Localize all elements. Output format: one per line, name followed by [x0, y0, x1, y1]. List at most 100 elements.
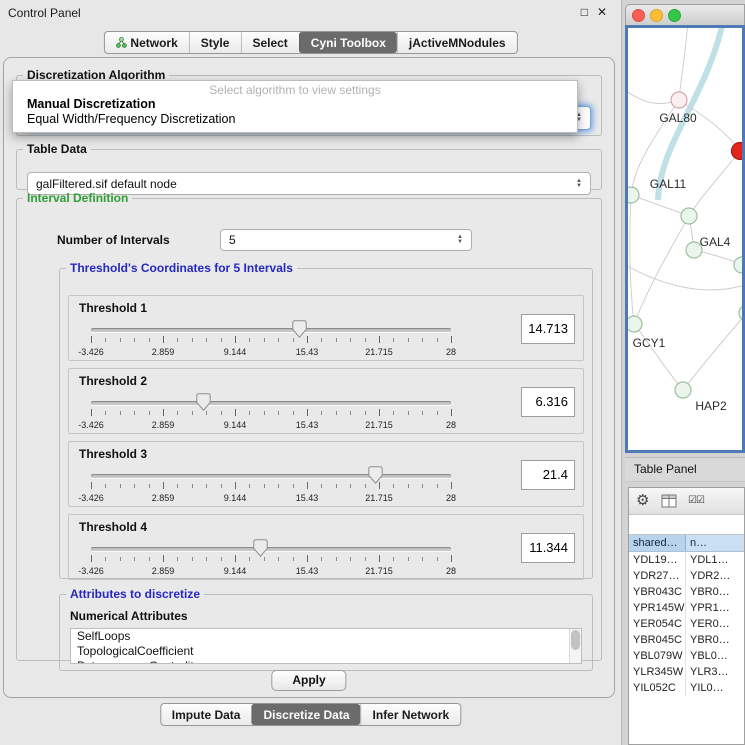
slider-track[interactable]	[91, 474, 451, 478]
table-cell: YLR3…	[686, 664, 744, 680]
threshold-panel: Threshold 3-3.4262.8599.14415.4321.71528…	[68, 441, 584, 507]
table-row[interactable]: YLR345WYLR3…	[629, 664, 744, 680]
attribute-list-item[interactable]: SelfLoops	[71, 629, 581, 644]
network-node[interactable]	[734, 257, 742, 273]
close-traffic-light-icon[interactable]	[632, 9, 645, 22]
threshold-slider[interactable]: -3.4262.8599.14415.4321.71528	[91, 465, 451, 507]
tab-discretize-data[interactable]: Discretize Data	[251, 704, 360, 725]
table-column-header[interactable]: n…	[686, 535, 744, 551]
panel-title: Control Panel	[8, 6, 81, 20]
minimize-traffic-light-icon[interactable]	[650, 9, 663, 22]
threshold-value-field[interactable]: 6.316	[521, 387, 575, 417]
slider-ticks	[91, 336, 451, 345]
tab-cyni-toolbox[interactable]: Cyni Toolbox	[299, 32, 397, 53]
slider-tick-label: 9.144	[224, 347, 247, 357]
slider-tick-label: 15.43	[296, 420, 319, 430]
algorithm-option-equal-width-frequency-discretization[interactable]: Equal Width/Frequency Discretization	[13, 112, 577, 127]
table-cell: YBL0…	[686, 648, 744, 664]
threshold-value-field[interactable]: 14.713	[521, 314, 575, 344]
algorithm-option-manual-discretization[interactable]: Manual Discretization	[13, 97, 577, 112]
network-node[interactable]	[732, 143, 743, 160]
threshold-label: Threshold 4	[79, 520, 147, 534]
apply-button[interactable]: Apply	[271, 670, 346, 691]
network-node-label: GAL80	[659, 111, 697, 125]
attribute-list-item[interactable]: TopologicalCoefficient	[71, 644, 581, 659]
slider-tick-label: 9.144	[224, 566, 247, 576]
table-row[interactable]: YDR27…YDR2…	[629, 568, 744, 584]
network-node-label: GAL4	[700, 235, 731, 249]
slider-ticks	[91, 555, 451, 564]
slider-track[interactable]	[91, 401, 451, 405]
network-node[interactable]	[681, 208, 697, 224]
table-row[interactable]: YDL19…YDL1…	[629, 552, 744, 568]
table-row[interactable]: YBR043CYBR0…	[629, 584, 744, 600]
number-of-intervals-select[interactable]: 5 ▲▼	[220, 229, 472, 251]
table-row[interactable]: YBR045CYBR0…	[629, 632, 744, 648]
tab-jactivemnodules[interactable]: jActiveMNodules	[397, 32, 517, 53]
slider-tick-label: 21.715	[365, 493, 393, 503]
slider-thumb[interactable]	[292, 320, 307, 338]
slider-track[interactable]	[91, 547, 451, 551]
slider-tick-label: 9.144	[224, 420, 247, 430]
slider-tick-label: 15.43	[296, 493, 319, 503]
zoom-traffic-light-icon[interactable]	[668, 9, 681, 22]
threshold-panel: Threshold 4 -3.4262.8599.14415.4321.71528…	[68, 514, 584, 580]
network-node-label: HAP2	[695, 399, 727, 413]
table-toolbar: ⚙ ☑☑	[629, 488, 744, 515]
number-of-intervals-value: 5	[229, 233, 236, 247]
tab-style[interactable]: Style	[189, 32, 241, 53]
tab-label: Network	[130, 36, 177, 50]
tab-impute-data[interactable]: Impute Data	[161, 704, 252, 725]
threshold-value-field[interactable]: 11.344	[521, 533, 575, 563]
table-row[interactable]: YIL052CYIL0…	[629, 680, 744, 696]
network-graph: GAL80GAL11GAL4GCY1HAP2	[628, 28, 742, 453]
threshold-panel: Threshold 2-3.4262.8599.14415.4321.71528…	[68, 368, 584, 434]
tab-infer-network[interactable]: Infer Network	[361, 704, 461, 725]
slider-tick-label: -3.426	[78, 493, 104, 503]
table-data-select-value: galFiltered.sif default node	[36, 177, 177, 191]
slider-track[interactable]	[91, 328, 451, 332]
threshold-label: Threshold 3	[79, 447, 147, 461]
slider-thumb[interactable]	[253, 539, 268, 557]
select-columns-icon[interactable]: ☑☑	[688, 495, 704, 506]
threshold-slider[interactable]: -3.4262.8599.14415.4321.71528	[91, 319, 451, 361]
table-panel-title: Table Panel	[625, 457, 745, 482]
float-window-icon[interactable]: □	[581, 5, 588, 19]
network-node[interactable]	[739, 305, 742, 321]
table-row[interactable]: YER054CYER0…	[629, 616, 744, 632]
scrollbar-thumb[interactable]	[571, 630, 580, 650]
slider-thumb[interactable]	[196, 393, 211, 411]
table-cell: YDL19…	[629, 552, 686, 568]
threshold-slider[interactable]: -3.4262.8599.14415.4321.71528	[91, 538, 451, 580]
columns-icon[interactable]	[661, 494, 677, 513]
table-cell: YDL1…	[686, 552, 744, 568]
control-panel-titlebar: Control Panel □ ✕	[0, 0, 621, 26]
gear-icon[interactable]: ⚙	[636, 491, 649, 509]
network-node[interactable]	[628, 187, 639, 203]
table-cell: YBR043C	[629, 584, 686, 600]
attribute-list[interactable]: SelfLoopsTopologicalCoefficientBetweenne…	[70, 628, 582, 664]
threshold-slider[interactable]: -3.4262.8599.14415.4321.71528	[91, 392, 451, 434]
network-node[interactable]	[675, 382, 691, 398]
network-node[interactable]	[671, 92, 687, 108]
close-icon[interactable]: ✕	[597, 5, 607, 19]
slider-thumb[interactable]	[368, 466, 383, 484]
slider-tick-label: -3.426	[78, 347, 104, 357]
table-row[interactable]: YBL079WYBL0…	[629, 648, 744, 664]
table-row[interactable]: YPR145WYPR1…	[629, 600, 744, 616]
threshold-value-field[interactable]: 21.4	[521, 460, 575, 490]
table-column-header[interactable]: shared…	[629, 535, 686, 551]
network-canvas[interactable]: GAL80GAL11GAL4GCY1HAP2	[625, 25, 745, 453]
bottom-tab-bar: Impute Data Discretize DataInfer Network	[160, 703, 461, 726]
attributes-group: Attributes to discretize Numerical Attri…	[59, 587, 593, 671]
tab-label: Impute Data	[172, 708, 241, 722]
stepper-icon: ▲▼	[572, 179, 586, 189]
tab-select[interactable]: Select	[240, 32, 298, 53]
network-node[interactable]	[628, 316, 642, 332]
tab-network[interactable]: Network	[104, 32, 188, 53]
scrollbar[interactable]	[569, 629, 581, 663]
tab-label: jActiveMNodules	[409, 36, 506, 50]
slider-tick-label: 2.859	[152, 493, 175, 503]
attribute-list-item[interactable]: BetweennessCentrality	[71, 659, 581, 664]
network-node-label: GAL11	[650, 177, 687, 191]
